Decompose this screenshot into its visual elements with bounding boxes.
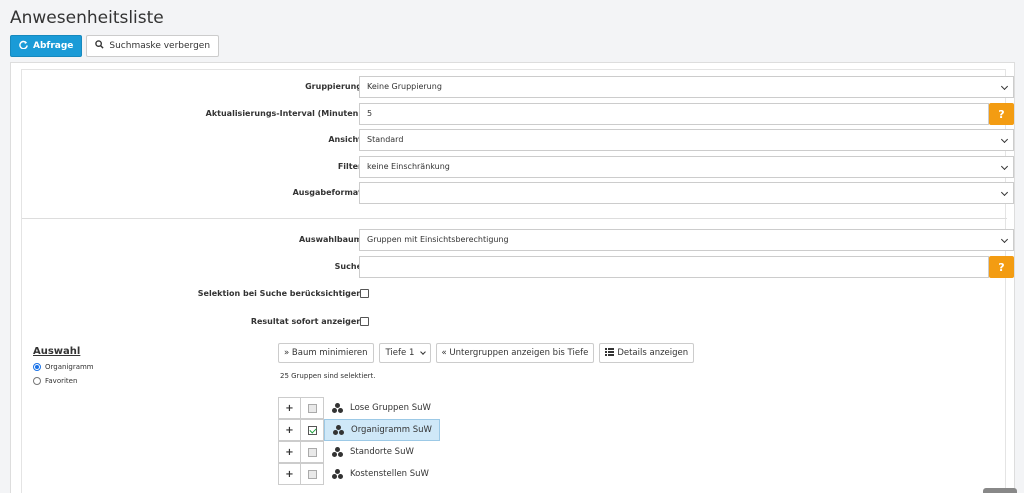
chevron-down-icon <box>1000 188 1009 197</box>
checkbox-checked <box>307 425 317 435</box>
expand-button[interactable]: + <box>278 463 301 485</box>
gruppierung-value: Keine Gruppierung <box>367 82 442 91</box>
checkbox-box <box>307 403 317 413</box>
resultat-label: Resultat sofort anzeigen <box>250 317 362 326</box>
details-label: Details anzeigen <box>617 348 689 358</box>
node-checkbox[interactable] <box>301 419 324 441</box>
query-button-label: Abfrage <box>33 41 74 51</box>
selection-status: 25 Gruppen sind selektiert. <box>280 372 376 380</box>
selektion-row: Selektion bei Suche berücksichtigen <box>22 283 1007 305</box>
resultat-checkbox[interactable] <box>360 317 369 326</box>
selektion-label: Selektion bei Suche berücksichtigen <box>197 289 362 298</box>
chevron-down-icon <box>1000 162 1009 171</box>
search-form: Gruppierung Keine Gruppierung Aktualisie… <box>21 69 1014 493</box>
auswahlbaum-label: Auswahlbaum <box>298 235 362 244</box>
expand-button[interactable]: + <box>278 419 301 441</box>
checkbox-box <box>307 447 317 457</box>
search-icon <box>95 40 104 52</box>
suche-label: Suche <box>334 262 362 271</box>
tree-node-label[interactable]: Kostenstellen SuW <box>324 463 436 485</box>
radio-organigramm[interactable]: Organigramm <box>33 363 94 371</box>
ansicht-value: Standard <box>367 135 404 144</box>
tree-node-kostenstellen: + Kostenstellen SuW <box>278 463 436 485</box>
ausgabeformat-select[interactable] <box>359 182 1014 204</box>
tree-node-label[interactable]: Standorte SuW <box>324 441 421 463</box>
group-icon <box>332 403 344 413</box>
filter-value: keine Einschränkung <box>367 162 450 171</box>
group-icon <box>332 447 344 457</box>
interval-input[interactable]: 5 <box>359 103 989 125</box>
ansicht-select[interactable]: Standard <box>359 129 1014 151</box>
search-panel: Gruppierung Keine Gruppierung Aktualisie… <box>10 62 1015 493</box>
minimize-tree-button[interactable]: » Baum minimieren <box>278 343 374 363</box>
suche-row: Suche ? <box>22 256 1014 278</box>
tree-node-text: Standorte SuW <box>350 447 414 457</box>
resultat-row: Resultat sofort anzeigen <box>22 311 1007 333</box>
node-checkbox[interactable] <box>301 397 324 419</box>
details-button[interactable]: Details anzeigen <box>599 343 695 363</box>
auswahlbaum-value: Gruppen mit Einsichtsberechtigung <box>367 235 509 244</box>
radio-organigramm-label: Organigramm <box>45 363 94 371</box>
filter-row: Filter keine Einschränkung <box>22 156 1014 178</box>
expand-button[interactable]: + <box>278 397 301 419</box>
show-subgroups-button[interactable]: « Untergruppen anzeigen bis Tiefe <box>435 343 595 363</box>
refresh-icon <box>19 40 28 52</box>
auswahlbaum-select[interactable]: Gruppen mit Einsichtsberechtigung <box>359 229 1014 251</box>
radio-favoriten-input[interactable] <box>33 377 41 385</box>
tree-node-text: Organigramm SuW <box>351 425 432 435</box>
depth-select[interactable]: Tiefe 1 <box>378 343 431 363</box>
tree-node-text: Lose Gruppen SuW <box>350 403 431 413</box>
tree-node-text: Kostenstellen SuW <box>350 469 429 479</box>
ansicht-label: Ansicht <box>328 135 362 144</box>
interval-row: Aktualisierungs-Interval (Minuten) 5 ? <box>22 103 1014 125</box>
interval-label: Aktualisierungs-Interval (Minuten) <box>205 109 362 118</box>
interval-value: 5 <box>367 109 373 118</box>
list-icon <box>605 347 615 359</box>
tree-node-lose-gruppen: + Lose Gruppen SuW <box>278 397 438 419</box>
depth-value: Tiefe 1 <box>385 348 415 358</box>
checkbox-box <box>307 469 317 479</box>
group-icon <box>332 469 344 479</box>
tree-node-label[interactable]: Organigramm SuW <box>324 419 440 441</box>
auswahlbaum-row: Auswahlbaum Gruppen mit Einsichtsberecht… <box>22 229 1014 251</box>
page-title: Anwesenheitsliste <box>10 8 164 28</box>
tree-node-standorte: + Standorte SuW <box>278 441 421 463</box>
toggle-search-button[interactable]: Suchmaske verbergen <box>86 35 220 57</box>
ausgabeformat-label: Ausgabeformat <box>292 188 362 197</box>
suche-input[interactable] <box>359 256 989 278</box>
chevron-down-icon <box>419 349 426 355</box>
divider <box>22 218 1007 219</box>
tree-node-label[interactable]: Lose Gruppen SuW <box>324 397 438 419</box>
expand-button[interactable]: + <box>278 441 301 463</box>
node-checkbox[interactable] <box>301 441 324 463</box>
interval-help-button[interactable]: ? <box>989 103 1014 125</box>
suche-help-button[interactable]: ? <box>989 256 1014 278</box>
ansicht-row: Ansicht Standard <box>22 129 1014 151</box>
query-button[interactable]: Abfrage <box>10 35 83 57</box>
toggle-search-label: Suchmaske verbergen <box>109 41 211 51</box>
radio-favoriten-label: Favoriten <box>45 377 78 385</box>
ausgabeformat-row: Ausgabeformat <box>22 182 1014 204</box>
gruppierung-row: Gruppierung Keine Gruppierung <box>22 76 1014 98</box>
gruppierung-label: Gruppierung <box>305 82 362 91</box>
tree-node-organigramm: + Organigramm SuW <box>278 419 440 441</box>
radio-favoriten[interactable]: Favoriten <box>33 377 77 385</box>
scroll-to-top-button[interactable] <box>983 488 1017 493</box>
group-icon <box>333 425 345 435</box>
gruppierung-select[interactable]: Keine Gruppierung <box>359 76 1014 98</box>
toolbar: Abfrage Suchmaske verbergen <box>10 35 220 57</box>
radio-organigramm-input[interactable] <box>33 363 41 371</box>
auswahl-title: Auswahl <box>33 346 81 357</box>
node-checkbox[interactable] <box>301 463 324 485</box>
chevron-down-icon <box>1000 82 1009 91</box>
selektion-checkbox[interactable] <box>360 289 369 298</box>
chevron-down-icon <box>1000 135 1009 144</box>
tree-tools: » Baum minimieren Tiefe 1 « Untergruppen… <box>278 343 695 363</box>
filter-select[interactable]: keine Einschränkung <box>359 156 1014 178</box>
chevron-down-icon <box>1000 235 1009 244</box>
